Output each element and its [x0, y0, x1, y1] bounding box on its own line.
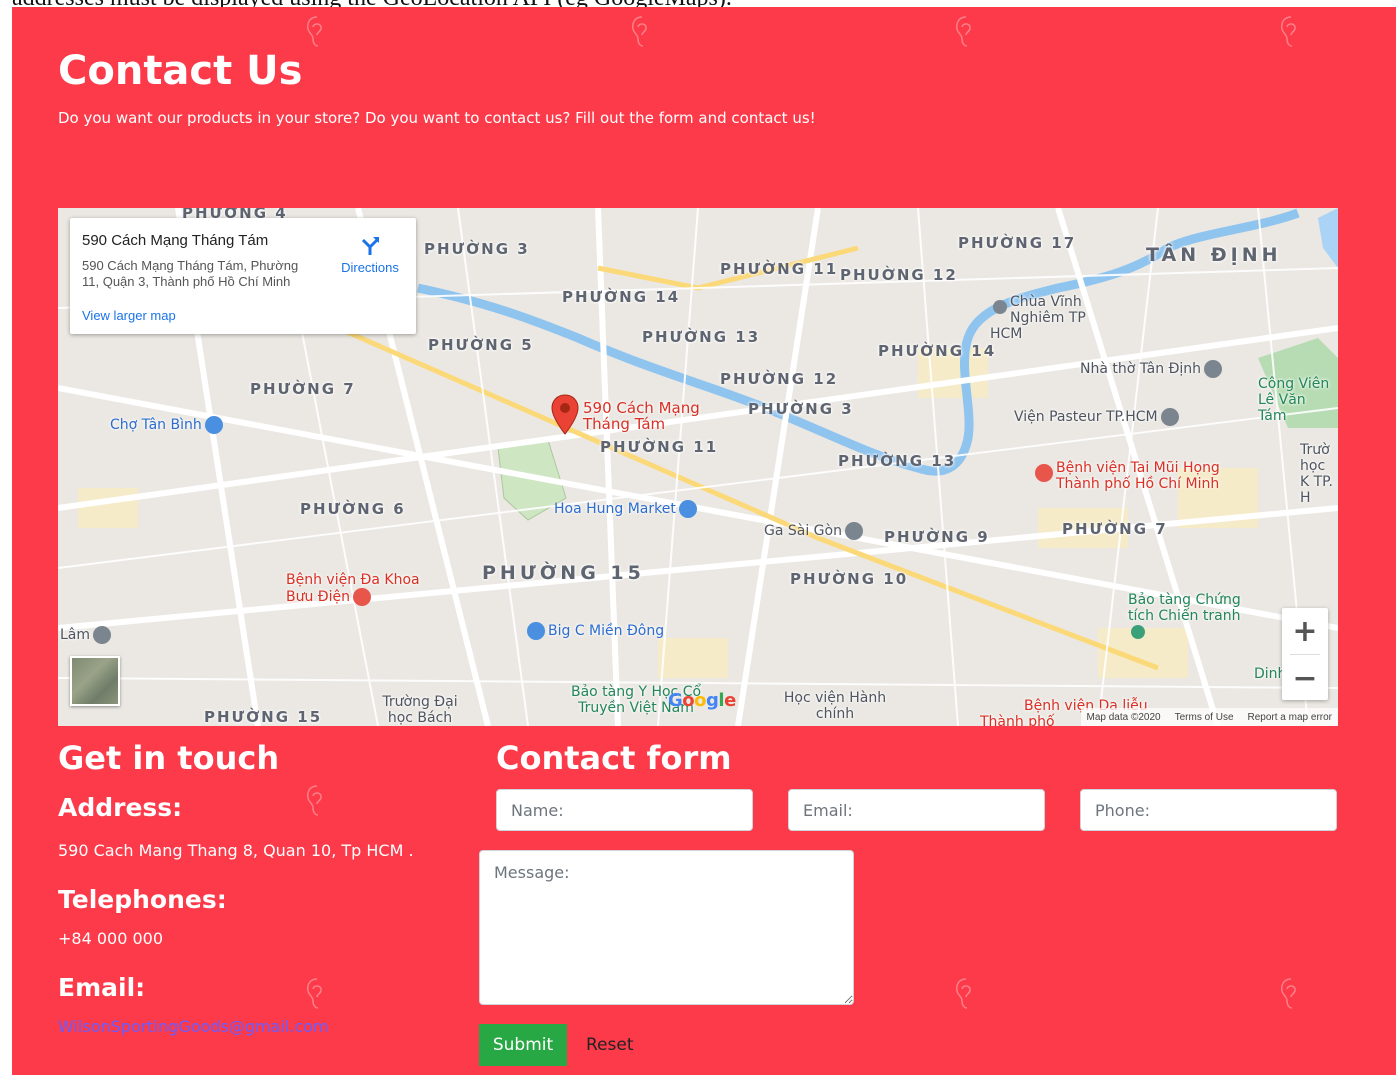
email-link[interactable]: WilsonSportingGoods@gmail.com [58, 1017, 328, 1036]
map-area-label: PHƯỜNG 12 [720, 370, 839, 388]
phone-field[interactable] [1080, 789, 1337, 831]
google-map-embed[interactable]: PHƯỜNG 4 PHƯỜNG 3 PHƯỜNG 11 PHUỜNG 12 PH… [58, 208, 1338, 726]
zoom-in-button[interactable]: + [1282, 608, 1328, 654]
ear-icon [632, 16, 647, 47]
google-logo: Google [668, 690, 736, 711]
map-area-label: PHƯỜNG 14 [878, 342, 997, 360]
map-area-label: PHƯỜNG 9 [884, 528, 990, 546]
map-area-label: PHƯỜNG 13 [838, 452, 957, 470]
map-poi[interactable]: Thành phố [980, 714, 1055, 726]
get-in-touch-title: Get in touch [58, 739, 280, 777]
page-subtitle: Do you want our products in your store? … [58, 109, 816, 127]
info-place-address: 590 Cách Mạng Tháng Tám, Phường 11, Quận… [82, 258, 299, 289]
map-area-label: PHƯỜNG 15 [204, 708, 323, 726]
map-poi[interactable]: Học viện Hành chính [780, 690, 890, 722]
address-value: 590 Cach Mang Thang 8, Quan 10, Tp HCM . [58, 841, 414, 860]
map-poi[interactable]: Trường Đại học Bách [370, 694, 470, 726]
email-label: Email: [58, 973, 146, 1002]
info-place-name: 590 Cách Mạng Tháng Tám [82, 232, 269, 249]
ear-icon [1281, 16, 1296, 47]
map-area-label: PHƯỜNG 15 [482, 562, 645, 584]
map-poi[interactable]: Hoa Hung Market [554, 500, 700, 518]
museum-icon [1131, 625, 1145, 639]
reset-button[interactable]: Reset [580, 1024, 640, 1066]
contact-section: Contact Us Do you want our products in y… [12, 7, 1396, 1075]
map-poi[interactable]: Trườ học K TP. H [1300, 442, 1336, 506]
zoom-controls: + − [1282, 608, 1328, 700]
terms-link[interactable]: Terms of Use [1175, 712, 1234, 723]
contact-form-title: Contact form [496, 739, 732, 777]
address-label: Address: [58, 793, 183, 822]
map-poi[interactable]: Công Viên Lê Văn Tám [1258, 376, 1338, 424]
name-field[interactable] [496, 789, 753, 831]
church-icon [1204, 360, 1223, 378]
ear-icon [1281, 978, 1296, 1009]
map-area-label: PHƯỜNG 10 [790, 570, 909, 588]
map-area-label: PHƯỜNG 5 [428, 336, 534, 354]
map-pin-icon[interactable] [550, 394, 580, 436]
ear-icon [956, 978, 971, 1009]
report-error-link[interactable]: Report a map error [1248, 712, 1332, 723]
email-field[interactable] [788, 789, 1045, 831]
submit-button[interactable]: Submit [479, 1024, 567, 1066]
map-area-label: PHƯỜNG 11 [600, 438, 719, 456]
map-data-credit: Map data ©2020 [1086, 711, 1161, 723]
hospital-icon [353, 588, 372, 606]
hospital-icon [1035, 464, 1053, 482]
map-area-label: PHƯỜNG 17 [958, 234, 1077, 252]
map-area-label: PHƯỜNG 6 [300, 500, 406, 518]
map-poi[interactable]: Bảo tàng Chứng tích Chiến tranh [1128, 592, 1248, 640]
map-poi[interactable]: Chùa Vĩnh Nghiêm TP HCM [990, 294, 1120, 342]
marker-label[interactable]: 590 Cách Mạng Tháng Tám [583, 400, 713, 432]
map-area-label: PHƯỜNG 3 [748, 400, 854, 418]
map-footer: Map data ©2020 Terms of Use Report a map… [1080, 708, 1338, 726]
satellite-toggle[interactable] [70, 656, 120, 706]
map-info-card: 590 Cách Mạng Tháng Tám 590 Cách Mạng Th… [70, 218, 416, 334]
telephones-label: Telephones: [58, 885, 227, 914]
map-area-label: PHƯỜNG 3 [424, 240, 530, 258]
message-field[interactable] [479, 850, 854, 1005]
map-poi[interactable]: Bệnh viện Tai Mũi Họng Thành phố Hồ Chí … [1032, 460, 1232, 492]
map-area-label: PHUỜNG 12 [840, 266, 958, 284]
landmark-icon [93, 626, 112, 644]
map-poi[interactable]: Ga Sài Gòn [764, 522, 866, 540]
directions-arrow-icon [361, 237, 379, 255]
map-area-label: PHƯỜNG 13 [642, 328, 761, 346]
map-area-label: PHƯỜNG 11 [720, 260, 839, 278]
ear-icon [307, 785, 322, 816]
ear-icon [956, 16, 971, 47]
map-poi[interactable]: Viện Pasteur TP.HCM [1014, 408, 1182, 426]
pagoda-icon [993, 300, 1007, 314]
map-poi[interactable]: Big C Miền Đông [524, 622, 664, 640]
map-poi[interactable]: Chợ Tân Bình [110, 416, 226, 434]
map-area-label: TÂN ĐỊNH [1146, 244, 1282, 266]
ear-icon [307, 16, 322, 47]
zoom-out-button[interactable]: − [1282, 655, 1328, 701]
telephones-value: +84 000 000 [58, 929, 164, 948]
train-icon [844, 522, 863, 540]
shopping-icon [527, 622, 545, 640]
map-area-label: PHƯỜNG 14 [562, 288, 681, 306]
map-area-label: PHƯỜNG 7 [1062, 520, 1168, 538]
view-larger-map-link[interactable]: View larger map [82, 308, 176, 323]
directions-link[interactable]: Directions [332, 234, 408, 275]
ear-icon [307, 978, 322, 1009]
map-area-label: PHƯỜNG 7 [250, 380, 356, 398]
map-poi[interactable]: Bệnh viện Đa Khoa Bưu Điện [286, 572, 426, 606]
landmark-icon [1160, 408, 1179, 426]
shopping-icon [204, 416, 223, 434]
shopping-icon [678, 500, 697, 518]
map-poi[interactable]: Lâm [60, 626, 114, 644]
map-poi[interactable]: Nhà thờ Tân Định [1080, 360, 1225, 378]
page-title: Contact Us [58, 48, 303, 94]
